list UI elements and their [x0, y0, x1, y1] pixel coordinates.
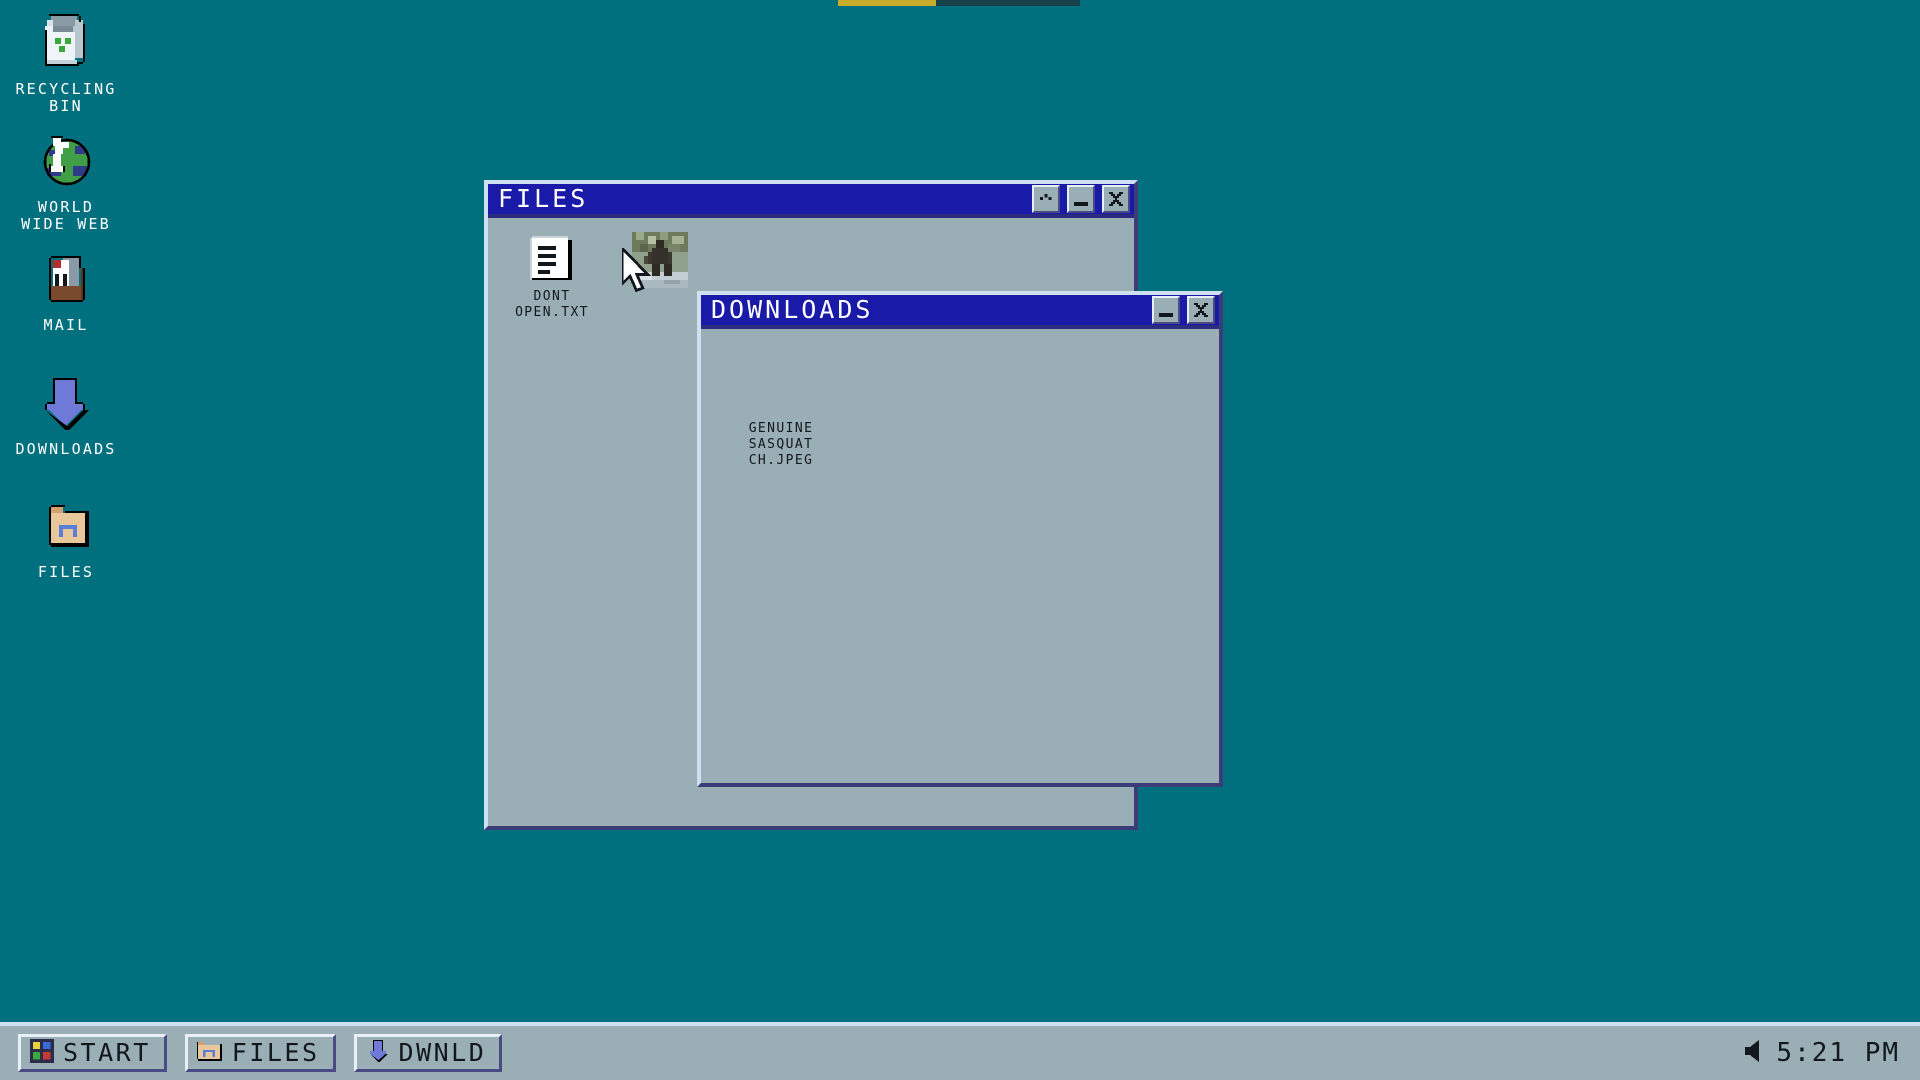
minimize-button[interactable] [1152, 296, 1180, 324]
progress-strip-partial [838, 0, 1080, 6]
desktop-icon-label: WORLD WIDE WEB [21, 198, 111, 233]
desktop-icon-world-wide-web[interactable]: WORLD WIDE WEB [0, 130, 132, 233]
mailbox-icon [0, 248, 132, 310]
text-document-icon [500, 232, 604, 284]
start-button-label: START [63, 1038, 151, 1067]
desktop-root: RECYCLING BIN WORLD WIDE WEB MAIL DOWNLO… [0, 0, 1920, 1080]
window-files-titlebar[interactable]: FILES [488, 184, 1134, 218]
sasquatch-thumbnail-icon [608, 232, 712, 288]
speaker-icon[interactable] [1743, 1038, 1765, 1068]
desktop-icon-label: DOWNLOADS [15, 440, 117, 458]
start-windows-icon [30, 1039, 54, 1067]
desktop-icon-recycling-bin[interactable]: RECYCLING BIN [0, 12, 132, 115]
taskbar-clock[interactable]: 5:21 PM [1776, 1038, 1900, 1068]
file-item-label: DONT OPEN.TXT [515, 289, 589, 320]
file-item-dont-open-txt[interactable]: DONT OPEN.TXT [500, 232, 604, 321]
window-files-title: FILES [498, 186, 589, 212]
taskbar-item-label: DWNLD [398, 1038, 487, 1067]
recycling-bin-icon [0, 12, 132, 74]
close-button[interactable] [1102, 185, 1130, 213]
desktop-icon-label: MAIL [43, 316, 89, 334]
window-downloads-buttons [1152, 296, 1219, 324]
taskbar-item-files[interactable]: FILES [184, 1034, 336, 1072]
start-button[interactable]: START [18, 1034, 167, 1072]
close-button[interactable] [1187, 296, 1215, 324]
progress-strip-fill [838, 0, 936, 6]
window-downloads-body: GENUINE SASQUAT CH.JPEG [701, 329, 1219, 779]
restore-button[interactable] [1032, 185, 1060, 213]
progress-strip-track [936, 0, 1080, 6]
file-item-genuine-sasquatch-jpeg[interactable]: GENUINE SASQUAT CH.JPEG [701, 421, 861, 469]
file-item-sasquatch-thumbnail[interactable] [608, 232, 712, 293]
download-arrow-icon [366, 1039, 390, 1067]
window-downloads-titlebar[interactable]: DOWNLOADS [701, 295, 1219, 329]
folder-icon [196, 1040, 223, 1066]
minimize-button[interactable] [1067, 185, 1095, 213]
globe-web-icon [0, 130, 132, 192]
window-files-buttons [1032, 185, 1134, 213]
desktop-icon-label: RECYCLING BIN [15, 80, 117, 115]
window-downloads[interactable]: DOWNLOADS GENUINE SASQUAT CH.JPEG [697, 291, 1223, 787]
taskbar-item-downloads[interactable]: DWNLD [353, 1034, 503, 1072]
desktop-icon-label: FILES [37, 563, 95, 581]
taskbar: START FILES DWNLD 5:21 PM [0, 1022, 1920, 1080]
desktop-icon-files[interactable]: FILES [0, 495, 132, 581]
taskbar-item-label: FILES [231, 1038, 320, 1067]
system-tray: 5:21 PM [1743, 1038, 1900, 1068]
folder-icon [0, 495, 132, 557]
desktop-icon-mail[interactable]: MAIL [0, 248, 132, 334]
desktop-icon-downloads[interactable]: DOWNLOADS [0, 372, 132, 458]
download-arrow-icon [0, 372, 132, 434]
window-downloads-title: DOWNLOADS [711, 297, 874, 323]
